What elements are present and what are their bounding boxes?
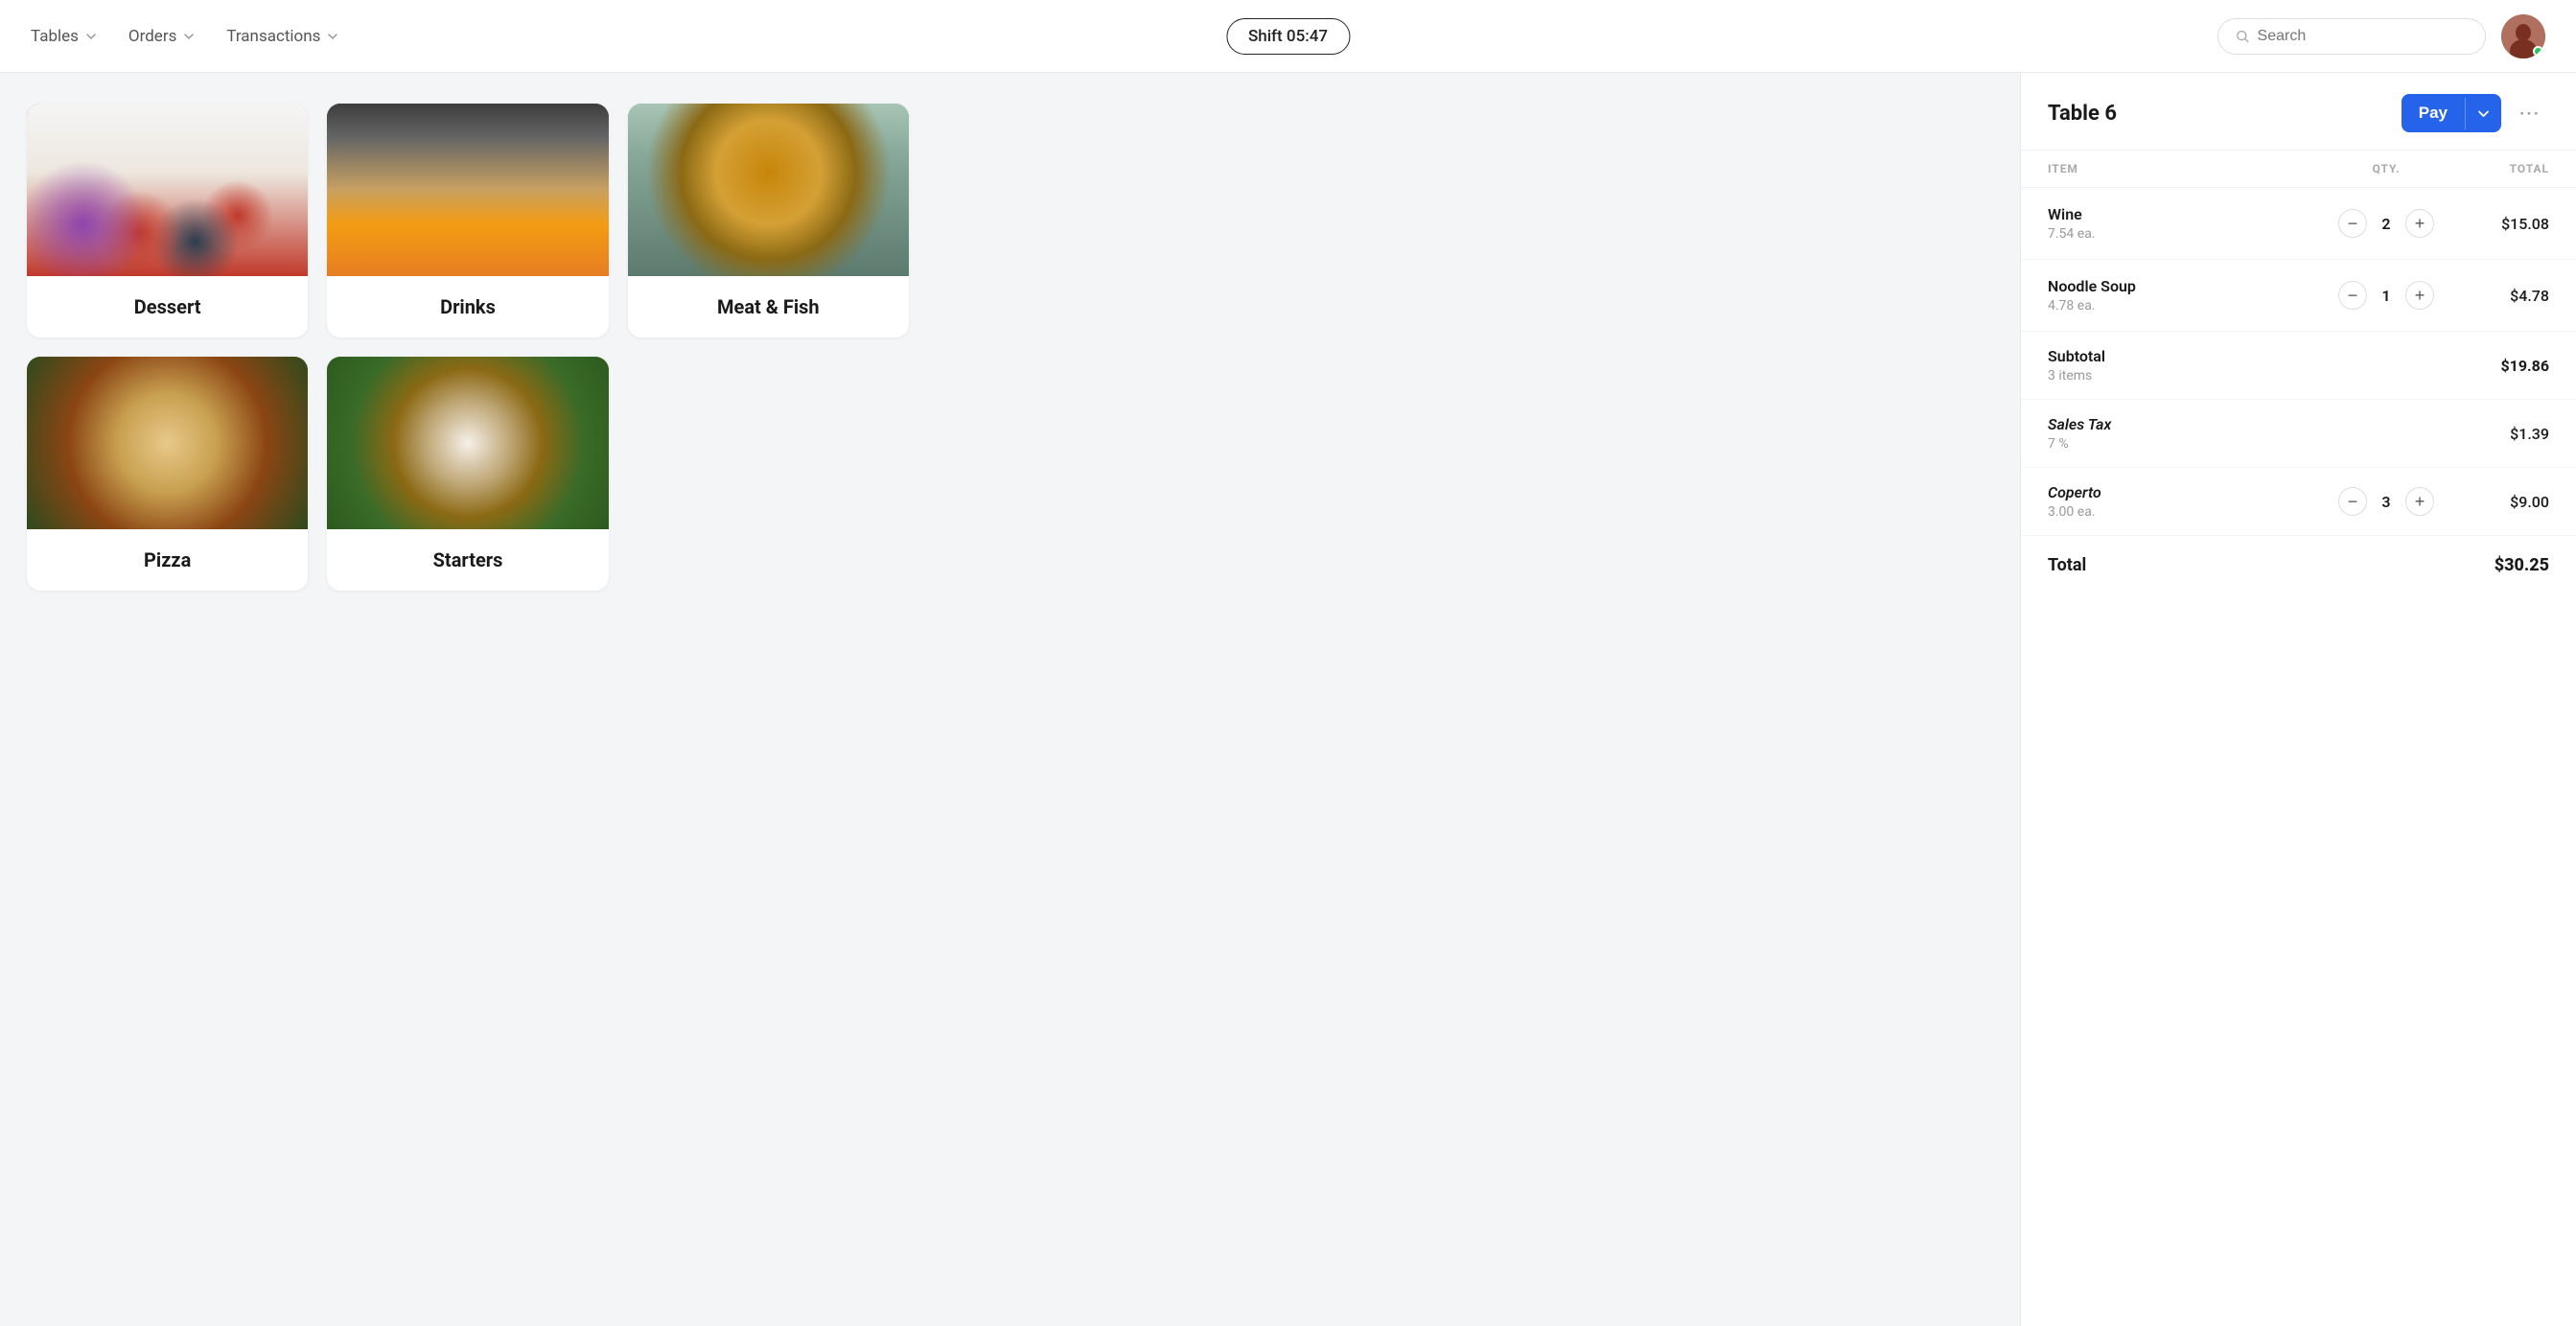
- col-qty: QTY.: [2319, 162, 2453, 175]
- sales-tax-info: Sales Tax 7 %: [2048, 415, 2453, 452]
- coperto-qty-value: 3: [2379, 493, 2394, 511]
- drinks-label: Drinks: [327, 276, 608, 337]
- coperto-label: Coperto: [2048, 483, 2319, 501]
- subtotal-row: Subtotal 3 items $19.86: [2021, 332, 2576, 400]
- wine-qty-decrease[interactable]: −: [2338, 209, 2367, 238]
- nav-left: Tables Orders Transactions: [31, 27, 339, 46]
- noodle-soup-total: $4.78: [2453, 287, 2549, 305]
- category-starters[interactable]: Starters: [327, 357, 608, 591]
- header: Tables Orders Transactions Shift 05:47: [0, 0, 2576, 73]
- search-input[interactable]: [2258, 28, 2468, 45]
- category-meat-fish[interactable]: Meat & Fish: [628, 104, 909, 337]
- categories-section: Dessert Drinks Meat & Fish Pizza Starter…: [0, 73, 2020, 1326]
- wine-total: $15.08: [2453, 215, 2549, 233]
- order-item-wine: Wine 7.54 ea. − 2 + $15.08: [2021, 188, 2576, 260]
- sales-tax-label: Sales Tax: [2048, 415, 2453, 433]
- subtotal-label: Subtotal: [2048, 347, 2453, 365]
- coperto-qty-decrease[interactable]: −: [2338, 487, 2367, 516]
- chevron-down-icon: [182, 30, 196, 43]
- tables-label: Tables: [31, 27, 79, 46]
- meatfish-label: Meat & Fish: [628, 276, 909, 337]
- noodle-soup-info: Noodle Soup 4.78 ea.: [2048, 277, 2319, 314]
- coperto-qty-control: − 3 +: [2319, 487, 2453, 516]
- wine-name: Wine: [2048, 205, 2319, 223]
- main-content: Dessert Drinks Meat & Fish Pizza Starter…: [0, 73, 2576, 1326]
- coperto-qty-increase[interactable]: +: [2405, 487, 2434, 516]
- subtotal-value: $19.86: [2453, 357, 2549, 375]
- pay-button-label: Pay: [2402, 94, 2465, 132]
- col-item: ITEM: [2048, 162, 2319, 175]
- pay-button-arrow: [2465, 98, 2501, 129]
- coperto-info: Coperto 3.00 ea.: [2048, 483, 2319, 520]
- table-title: Table 6: [2048, 102, 2117, 126]
- order-table-header: ITEM QTY. TOTAL: [2021, 151, 2576, 188]
- total-label: Total: [2048, 555, 2453, 575]
- order-panel: Table 6 Pay ⋯ ITEM QTY. TOTAL Wine 7.54 …: [2020, 73, 2576, 1326]
- wine-qty-control: − 2 +: [2319, 209, 2453, 238]
- category-drinks[interactable]: Drinks: [327, 104, 608, 337]
- wine-qty-value: 2: [2379, 215, 2394, 233]
- avatar[interactable]: [2501, 14, 2545, 58]
- nav-orders[interactable]: Orders: [128, 27, 196, 46]
- sales-tax-row: Sales Tax 7 % $1.39: [2021, 400, 2576, 468]
- starters-image: [327, 357, 608, 529]
- order-header: Table 6 Pay ⋯: [2021, 73, 2576, 151]
- pizza-label: Pizza: [27, 529, 308, 591]
- wine-info: Wine 7.54 ea.: [2048, 205, 2319, 242]
- dessert-label: Dessert: [27, 276, 308, 337]
- drinks-image: [327, 104, 608, 276]
- nav-transactions[interactable]: Transactions: [226, 27, 339, 46]
- noodle-soup-qty-decrease[interactable]: −: [2338, 281, 2367, 310]
- meatfish-image: [628, 104, 909, 276]
- wine-qty-increase[interactable]: +: [2405, 209, 2434, 238]
- coperto-row: Coperto 3.00 ea. − 3 + $9.00: [2021, 468, 2576, 536]
- category-dessert[interactable]: Dessert: [27, 104, 308, 337]
- chevron-down-icon: [84, 30, 98, 43]
- noodle-soup-name: Noodle Soup: [2048, 277, 2319, 295]
- sales-tax-value: $1.39: [2453, 425, 2549, 443]
- nav-tables[interactable]: Tables: [31, 27, 98, 46]
- search-box[interactable]: [2217, 18, 2486, 55]
- col-total: TOTAL: [2453, 162, 2549, 175]
- subtotal-sublabel: 3 items: [2048, 368, 2453, 384]
- noodle-soup-qty-increase[interactable]: +: [2405, 281, 2434, 310]
- coperto-total: $9.00: [2453, 493, 2549, 511]
- sales-tax-sublabel: 7 %: [2048, 436, 2453, 452]
- online-indicator: [2533, 46, 2543, 57]
- header-right: [2217, 14, 2545, 58]
- shift-badge[interactable]: Shift 05:47: [1226, 18, 1350, 55]
- wine-price-each: 7.54 ea.: [2048, 226, 2319, 242]
- starters-label: Starters: [327, 529, 608, 591]
- order-header-actions: Pay ⋯: [2402, 94, 2549, 132]
- total-row: Total $30.25: [2021, 536, 2576, 594]
- category-grid: Dessert Drinks Meat & Fish Pizza Starter…: [27, 104, 909, 591]
- orders-label: Orders: [128, 27, 176, 46]
- pizza-image: [27, 357, 308, 529]
- shift-center: Shift 05:47: [1226, 18, 1350, 55]
- transactions-label: Transactions: [226, 27, 320, 46]
- chevron-down-icon: [326, 30, 339, 43]
- total-value: $30.25: [2453, 555, 2549, 575]
- noodle-soup-qty-control: − 1 +: [2319, 281, 2453, 310]
- more-options-button[interactable]: ⋯: [2511, 97, 2549, 129]
- order-item-noodle-soup: Noodle Soup 4.78 ea. − 1 + $4.78: [2021, 260, 2576, 332]
- coperto-price-each: 3.00 ea.: [2048, 504, 2319, 520]
- category-pizza[interactable]: Pizza: [27, 357, 308, 591]
- dessert-image: [27, 104, 308, 276]
- noodle-soup-price-each: 4.78 ea.: [2048, 298, 2319, 314]
- chevron-down-icon: [2477, 107, 2490, 120]
- noodle-soup-qty-value: 1: [2379, 287, 2394, 305]
- subtotal-info: Subtotal 3 items: [2048, 347, 2453, 384]
- search-icon: [2236, 29, 2250, 44]
- pay-button[interactable]: Pay: [2402, 94, 2501, 132]
